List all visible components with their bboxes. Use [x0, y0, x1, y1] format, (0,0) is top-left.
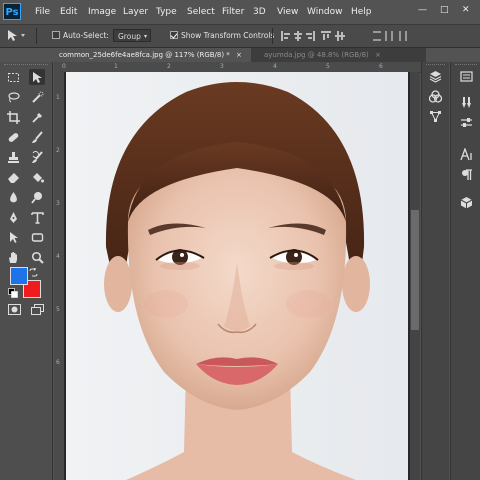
tab-label: ayumda.jpg @ 48.8% (RGB/8) [264, 51, 369, 59]
lasso-icon[interactable] [5, 89, 21, 105]
panel-grip [4, 64, 48, 67]
auto-select-dropdown[interactable]: Group ▾ [113, 29, 151, 42]
photoshop-logo-icon[interactable]: Ps [3, 3, 21, 20]
document-canvas-image[interactable] [66, 72, 408, 480]
ruler-number: 6 [56, 359, 60, 366]
ruler-number: 4 [273, 63, 277, 70]
3d-panel-icon[interactable] [457, 194, 475, 210]
ruler-number: 3 [220, 63, 224, 70]
ruler-number: 4 [56, 253, 60, 260]
eyedropper-icon[interactable] [29, 109, 45, 125]
hand-icon[interactable] [5, 249, 21, 265]
tab-document-inactive[interactable]: ayumda.jpg @ 48.8% (RGB/8) × [259, 48, 409, 62]
scrollbar-thumb[interactable] [411, 210, 419, 330]
menu-help[interactable]: Help [351, 7, 372, 17]
quick-mask-icon[interactable] [8, 304, 21, 318]
move-tool-preset-icon[interactable] [6, 29, 32, 45]
tab-document-active[interactable]: common_25de6fe4ae8fca.jpg @ 117% (RGB/8)… [54, 48, 251, 62]
default-colors-icon[interactable] [8, 288, 18, 301]
panel-grip [426, 64, 445, 67]
options-bar: Auto-Select: Group ▾ Show Transform Cont… [0, 24, 480, 48]
tab-close-icon[interactable]: × [375, 51, 381, 59]
divider [36, 28, 37, 44]
divider [272, 28, 273, 44]
menu-window[interactable]: Window [307, 7, 343, 17]
adjustments-icon[interactable] [457, 114, 475, 130]
crop-icon[interactable] [5, 109, 21, 125]
brush-icon[interactable] [29, 129, 45, 145]
menu-image[interactable]: Image [88, 7, 116, 17]
tab-label: common_25de6fe4ae8fca.jpg @ 117% (RGB/8)… [59, 51, 230, 59]
pen-icon[interactable] [5, 209, 21, 225]
show-transform-label: Show Transform Controls [181, 31, 275, 40]
bucket-icon[interactable] [29, 169, 45, 185]
path-select-icon[interactable] [5, 229, 21, 245]
menu-layer[interactable]: Layer [123, 7, 148, 17]
dodge-icon[interactable] [29, 189, 45, 205]
healing-icon[interactable] [5, 129, 21, 145]
ruler-number: 1 [56, 94, 60, 101]
paragraph-panel-icon[interactable] [457, 166, 475, 182]
ruler-number: 2 [167, 63, 171, 70]
close-icon[interactable]: ✕ [462, 5, 470, 15]
document-tabs: common_25de6fe4ae8fca.jpg @ 117% (RGB/8)… [54, 48, 426, 62]
ruler-number: 6 [379, 63, 383, 70]
ruler-number: 0 [62, 63, 66, 70]
character-panel-icon[interactable] [457, 146, 475, 162]
menu-edit[interactable]: Edit [60, 7, 77, 17]
menu-type[interactable]: Type [156, 7, 177, 17]
menu-select[interactable]: Select [187, 7, 215, 17]
layers-panel-icon[interactable] [426, 68, 444, 84]
quick-select-icon[interactable] [29, 89, 45, 105]
tab-close-icon[interactable]: × [236, 51, 242, 59]
screen-mode-icon[interactable] [31, 304, 44, 318]
ruler-number: 1 [114, 63, 118, 70]
show-transform-checkbox[interactable] [170, 31, 178, 39]
minimize-icon[interactable]: — [418, 5, 427, 15]
ruler-number: 5 [56, 306, 60, 313]
zoom-icon[interactable] [29, 249, 45, 265]
menu-view[interactable]: View [277, 7, 298, 17]
stamp-icon[interactable] [5, 149, 21, 165]
chevron-down-icon: ▾ [143, 33, 147, 40]
ruler-number: 3 [56, 200, 60, 207]
eraser-icon[interactable] [5, 169, 21, 185]
auto-select-value: Group [118, 32, 141, 41]
align-buttons[interactable] [280, 30, 350, 45]
menu-file[interactable]: File [35, 7, 50, 17]
secondary-panel-dock [450, 62, 480, 480]
auto-select-checkbox[interactable] [52, 31, 60, 39]
move-icon[interactable] [29, 69, 45, 85]
blur-icon[interactable] [5, 189, 21, 205]
paths-panel-icon[interactable] [426, 108, 444, 124]
menu-bar: Ps File Edit Image Layer Type Select Fil… [0, 0, 480, 24]
ruler-number: 5 [326, 63, 330, 70]
distribute-buttons[interactable] [372, 30, 412, 45]
tools-panel [0, 62, 53, 480]
channels-panel-icon[interactable] [426, 88, 444, 104]
brush-presets-icon[interactable] [457, 94, 475, 110]
menu-3d[interactable]: 3D [253, 7, 266, 17]
swap-colors-icon[interactable] [29, 267, 38, 280]
type-icon[interactable] [29, 209, 45, 225]
panel-grip [455, 64, 477, 67]
menu-filter[interactable]: Filter [222, 7, 244, 17]
history-brush-icon[interactable] [29, 149, 45, 165]
shape-icon[interactable] [29, 229, 45, 245]
portrait-photo [66, 72, 408, 480]
collapsed-panel-dock [421, 62, 449, 480]
auto-select-label: Auto-Select: [63, 31, 109, 40]
marquee-icon[interactable] [5, 69, 21, 85]
ruler-number: 2 [56, 147, 60, 154]
foreground-color-swatch-top[interactable] [10, 267, 28, 285]
maximize-icon[interactable]: □ [440, 5, 449, 15]
history-panel-icon[interactable] [457, 68, 475, 84]
